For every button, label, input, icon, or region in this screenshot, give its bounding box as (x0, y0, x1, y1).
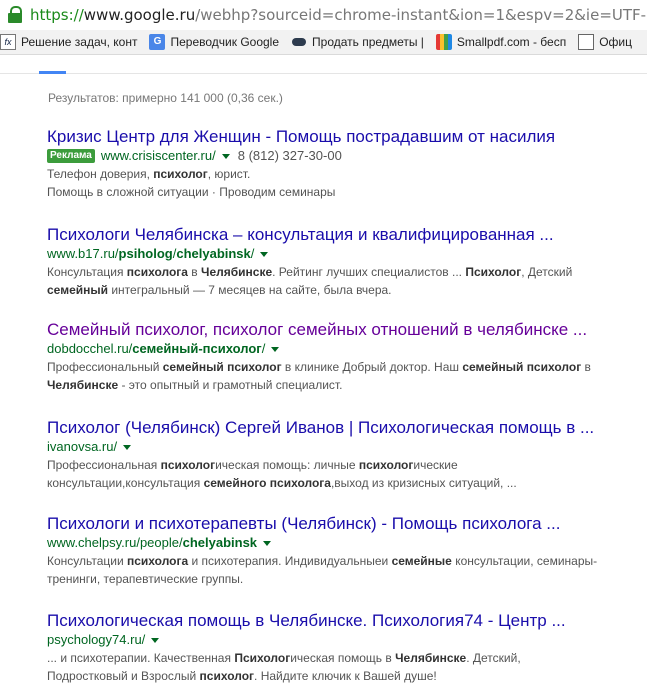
gamepad-icon (291, 34, 307, 50)
result-snippet: Профессиональная психологическая помощь:… (47, 456, 647, 492)
bookmark-label: Решение задач, конт (21, 35, 138, 49)
bookmark-sell-items[interactable]: Продать предметы | (291, 34, 424, 50)
result-title-link[interactable]: Семейный психолог, психолог семейных отн… (47, 320, 647, 340)
result-url: www.b17.ru/psiholog/chelyabinsk/ (47, 246, 255, 261)
address-bar[interactable]: https://www.google.ru/webhp?sourceid=chr… (0, 0, 647, 30)
snippet-line: Профессиональная психологическая помощь:… (47, 458, 458, 472)
snippet-line: консультации,консультация семейного псих… (47, 476, 517, 490)
bookmark-label: Продать предметы | (312, 35, 424, 49)
bookmark-label: Smallpdf.com - бесп (456, 35, 567, 49)
result-title-link[interactable]: Кризис Центр для Женщин - Помощь пострад… (47, 127, 647, 147)
result-stats: Результатов: примерно 141 000 (0,36 сек.… (48, 91, 283, 105)
chevron-down-icon[interactable] (123, 445, 132, 450)
url-host: www.google.ru (83, 6, 196, 24)
bookmark-official[interactable]: Офиц (578, 34, 632, 50)
url-scheme: https:// (30, 6, 84, 24)
tab-all-active-indicator[interactable] (39, 71, 66, 74)
result-snippet: Консультации психолога и психотерапия. И… (47, 552, 647, 588)
lock-icon[interactable] (6, 0, 26, 30)
result-url: dobdocchel.ru/семейный-психолог/ (47, 341, 266, 356)
result-url-line: Реклама www.crisiscenter.ru/ 8 (812) 327… (47, 147, 647, 165)
result-snippet: ... и психотерапии. Качественная Психоло… (47, 649, 647, 685)
result-url-line: dobdocchel.ru/семейный-психолог/ (47, 340, 647, 358)
result-title-link[interactable]: Психологи Челябинска – консультация и кв… (47, 225, 647, 245)
chevron-down-icon[interactable] (263, 541, 272, 546)
chevron-down-icon[interactable] (260, 252, 269, 257)
bookmarks-bar: fx Решение задач, конт G Переводчик Goog… (0, 30, 647, 55)
snippet-line: семейный интегральный — 7 месяцев на сай… (47, 283, 392, 297)
result-title-link[interactable]: Психологи и психотерапевты (Челябинск) -… (47, 514, 647, 534)
ad-phone[interactable]: 8 (812) 327-30-00 (238, 147, 342, 165)
result-snippet: Профессиональный семейный психолог в кли… (47, 358, 647, 394)
ad-badge: Реклама (47, 149, 95, 163)
document-icon (578, 34, 595, 50)
result-url-line: ivanovsa.ru/ (47, 438, 647, 456)
fx-icon: fx (0, 34, 16, 50)
snippet-line: Помощь в сложной ситуации · Проводим сем… (47, 185, 336, 199)
search-result: Семейный психолог, психолог семейных отн… (47, 320, 647, 394)
result-url: www.chelpsy.ru/people/chelyabinsk (47, 535, 258, 550)
search-result: Психологи Челябинска – консультация и кв… (47, 225, 647, 299)
bookmark-label: Переводчик Google (170, 35, 280, 49)
tab-divider (0, 73, 647, 74)
result-url-line: www.b17.ru/psiholog/chelyabinsk/ (47, 245, 647, 263)
result-url: psychology74.ru/ (47, 632, 146, 647)
smallpdf-icon (435, 34, 452, 50)
snippet-line: Челябинске - это опытный и грамотный спе… (47, 378, 343, 392)
snippet-line: ... и психотерапии. Качественная Психоло… (47, 651, 521, 665)
bookmark-smallpdf[interactable]: Smallpdf.com - бесп (435, 34, 567, 50)
chevron-down-icon[interactable] (221, 154, 230, 159)
snippet-line: Профессиональный семейный психолог в кли… (47, 360, 591, 374)
result-url-line: psychology74.ru/ (47, 631, 647, 649)
url-path: /webhp?sourceid=chrome-instant&ion=1&esp… (195, 6, 647, 24)
snippet-line: тренинги, терапевтические группы. (47, 572, 244, 586)
snippet-line: Консультация психолога в Челябинске. Рей… (47, 265, 573, 279)
result-url: ivanovsa.ru/ (47, 439, 118, 454)
bookmark-fx[interactable]: fx Решение задач, конт (0, 34, 137, 50)
snippet-line: Подростковый и Взрослый психолог. Найдит… (47, 669, 437, 683)
translate-icon: G (149, 34, 166, 50)
search-result: Психолог (Челябинск) Сергей Иванов | Пси… (47, 418, 647, 492)
result-url-line: www.chelpsy.ru/people/chelyabinsk (47, 534, 647, 552)
chevron-down-icon[interactable] (271, 347, 280, 352)
search-result-ad: Кризис Центр для Женщин - Помощь пострад… (47, 127, 647, 201)
result-snippet: Телефон доверия, психолог, юрист. Помощь… (47, 165, 647, 201)
result-title-link[interactable]: Психологическая помощь в Челябинске. Пси… (47, 611, 647, 631)
snippet-line: Консультации психолога и психотерапия. И… (47, 554, 598, 568)
bookmark-label: Офиц (599, 35, 632, 49)
search-result: Психологи и психотерапевты (Челябинск) -… (47, 514, 647, 588)
bookmark-translate[interactable]: G Переводчик Google (149, 34, 279, 50)
chevron-down-icon[interactable] (151, 638, 160, 643)
snippet-line: Телефон доверия, психолог, юрист. (47, 167, 251, 181)
result-snippet: Консультация психолога в Челябинске. Рей… (47, 263, 647, 299)
result-url: www.crisiscenter.ru/ (100, 148, 216, 163)
search-result: Психологическая помощь в Челябинске. Пси… (47, 611, 647, 685)
result-title-link[interactable]: Психолог (Челябинск) Сергей Иванов | Пси… (47, 418, 647, 438)
